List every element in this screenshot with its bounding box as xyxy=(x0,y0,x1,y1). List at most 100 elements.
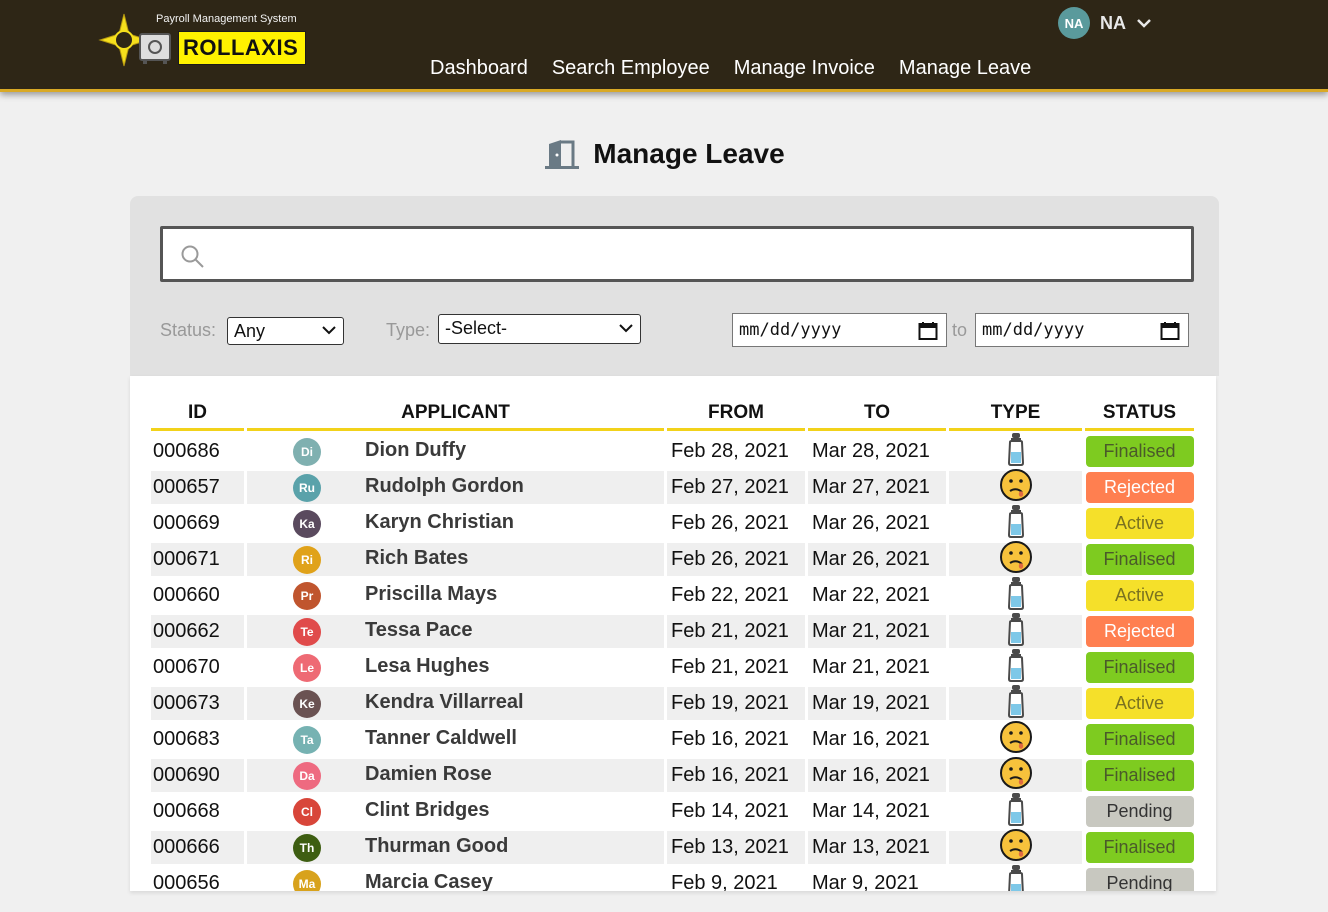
status-badge: Finalised xyxy=(1085,832,1194,863)
status-filter-label: Status: xyxy=(160,320,217,340)
date-from-input[interactable]: mm/dd/yyyy xyxy=(732,313,947,347)
applicant-name[interactable]: Tanner Caldwell xyxy=(365,727,517,750)
table-row[interactable]: 000657 Ru Rudolph Gordon Feb 27, 2021 Mar 27… xyxy=(151,468,1197,505)
cell-applicant[interactable]: Ta Tanner Caldwell xyxy=(247,723,664,756)
column-header-status[interactable]: STATUS xyxy=(1085,402,1194,431)
cell-to: Mar 26, 2021 xyxy=(812,512,930,534)
column-header-from[interactable]: FROM xyxy=(667,402,805,431)
cell-applicant[interactable]: Ri Rich Bates xyxy=(247,543,664,576)
column-header-applicant[interactable]: APPLICANT xyxy=(247,402,664,431)
calendar-icon[interactable] xyxy=(918,321,938,341)
status-badge: Finalised xyxy=(1085,724,1194,755)
date-to-input[interactable]: mm/dd/yyyy xyxy=(975,313,1189,347)
cell-type xyxy=(949,612,1082,648)
cell-status: Active xyxy=(1085,579,1194,612)
table-row[interactable]: 000671 Ri Rich Bates Feb 26, 2021 Mar 26, 20… xyxy=(151,540,1197,580)
applicant-name[interactable]: Priscilla Mays xyxy=(365,583,497,606)
cell-status: Finalised xyxy=(1085,543,1194,576)
table-row[interactable]: 000666 Th Thurman Good Feb 13, 2021 Mar 13, … xyxy=(151,828,1197,865)
cell-id: 000657 xyxy=(151,471,244,504)
table-row[interactable]: 000690 Da Damien Rose Feb 16, 2021 Mar 16, 2… xyxy=(151,756,1197,793)
avatar: Ru xyxy=(293,474,321,502)
type-filter-label: Type: xyxy=(386,320,431,340)
cell-id: 000671 xyxy=(151,543,244,576)
applicant-name[interactable]: Rich Bates xyxy=(365,547,468,570)
cell-from: Feb 22, 2021 xyxy=(671,584,789,606)
cell-to: Mar 13, 2021 xyxy=(808,831,946,864)
table-row[interactable]: 000673 Ke Kendra Villarreal Feb 19, 2021 Mar… xyxy=(151,684,1197,721)
applicant-name[interactable]: Tessa Pace xyxy=(365,619,473,642)
nav-search-employee[interactable]: Search Employee xyxy=(552,57,710,80)
avatar: Ke xyxy=(293,690,321,718)
applicant-name[interactable]: Thurman Good xyxy=(365,835,508,858)
cell-from: Feb 9, 2021 xyxy=(671,872,778,891)
calendar-icon[interactable] xyxy=(1160,321,1180,341)
status-select[interactable]: Any xyxy=(227,317,344,345)
bottle-icon xyxy=(1006,432,1026,472)
cell-to: Mar 28, 2021 xyxy=(812,440,930,462)
cell-status: Pending xyxy=(1085,795,1194,828)
table-row[interactable]: 000683 Ta Tanner Caldwell Feb 16, 2021 Mar 1… xyxy=(151,720,1197,757)
bottle-icon xyxy=(1006,648,1026,688)
cell-applicant[interactable]: Da Damien Rose xyxy=(247,759,664,792)
avatar: Ma xyxy=(293,870,321,891)
sick-face-icon xyxy=(999,468,1033,508)
rollaxis-logo[interactable]: Payroll Management System ROLLAXIS xyxy=(98,10,313,72)
cell-applicant[interactable]: Cl Clint Bridges xyxy=(247,795,664,828)
table-row[interactable]: 000662 Te Tessa Pace Feb 21, 2021 Mar 21, 20… xyxy=(151,612,1197,649)
cell-applicant[interactable]: Le Lesa Hughes xyxy=(247,651,664,684)
applicant-name[interactable]: Dion Duffy xyxy=(365,439,466,462)
applicant-name[interactable]: Kendra Villarreal xyxy=(365,691,524,714)
nav-manage-leave[interactable]: Manage Leave xyxy=(899,57,1031,80)
applicant-name[interactable]: Rudolph Gordon xyxy=(365,475,524,498)
cell-applicant[interactable]: Ru Rudolph Gordon xyxy=(247,471,664,504)
cell-applicant[interactable]: Te Tessa Pace xyxy=(247,615,664,648)
user-menu[interactable]: NA NA xyxy=(1058,7,1152,39)
table-row[interactable]: 000656 Ma Marcia Casey Feb 9, 2021 Mar 9, 20… xyxy=(151,864,1197,891)
column-header-to[interactable]: TO xyxy=(808,402,946,431)
table-row[interactable]: 000686 Di Dion Duffy Feb 28, 2021 Mar 28, 20… xyxy=(151,432,1197,469)
cell-type xyxy=(949,828,1082,864)
applicant-name[interactable]: Marcia Casey xyxy=(365,871,493,891)
table-row[interactable]: 000668 Cl Clint Bridges Feb 14, 2021 Mar 14,… xyxy=(151,792,1197,829)
avatar: Le xyxy=(293,654,321,682)
table-row[interactable]: 000669 Ka Karyn Christian Feb 26, 2021 Mar 2… xyxy=(151,504,1197,541)
cell-type xyxy=(949,504,1082,540)
column-header-id[interactable]: ID xyxy=(151,402,244,431)
cell-type xyxy=(949,576,1082,612)
cell-applicant[interactable]: Ka Karyn Christian xyxy=(247,507,664,540)
date-from-placeholder: mm/dd/yyyy xyxy=(739,320,842,340)
nav-manage-invoice[interactable]: Manage Invoice xyxy=(734,57,875,80)
cell-id: 000670 xyxy=(153,656,220,678)
type-select[interactable]: -Select- xyxy=(438,314,641,344)
avatar: Te xyxy=(293,618,321,646)
table-row[interactable]: 000660 Pr Priscilla Mays Feb 22, 2021 Mar 22… xyxy=(151,576,1197,613)
cell-type xyxy=(949,432,1082,468)
status-badge: Active xyxy=(1085,580,1194,611)
cell-applicant[interactable]: Ke Kendra Villarreal xyxy=(247,687,664,720)
chevron-down-icon xyxy=(1137,19,1151,28)
nav-dashboard[interactable]: Dashboard xyxy=(430,57,528,80)
table-row[interactable]: 000670 Le Lesa Hughes Feb 21, 2021 Mar 21, 2… xyxy=(151,648,1197,688)
cell-to: Mar 26, 2021 xyxy=(808,543,946,576)
cell-applicant[interactable]: Di Dion Duffy xyxy=(247,435,664,468)
status-badge: Finalised xyxy=(1085,760,1194,791)
applicant-name[interactable]: Clint Bridges xyxy=(365,799,489,822)
column-header-type[interactable]: TYPE xyxy=(949,402,1082,431)
cell-from: Feb 26, 2021 xyxy=(671,512,789,534)
cell-type xyxy=(949,468,1082,504)
search-input[interactable] xyxy=(160,226,1194,282)
cell-to: Mar 21, 2021 xyxy=(808,615,946,648)
cell-applicant[interactable]: Pr Priscilla Mays xyxy=(247,579,664,612)
cell-to: Mar 21, 2021 xyxy=(812,656,930,678)
cell-applicant[interactable]: Th Thurman Good xyxy=(247,831,664,864)
applicant-name[interactable]: Karyn Christian xyxy=(365,511,514,534)
top-header: Payroll Management System ROLLAXIS NA NA… xyxy=(0,0,1328,92)
chevron-down-icon xyxy=(322,326,336,335)
applicant-name[interactable]: Damien Rose xyxy=(365,763,492,786)
cell-to: Mar 9, 2021 xyxy=(812,872,919,891)
avatar: NA xyxy=(1058,7,1090,39)
sick-face-icon xyxy=(999,540,1033,580)
applicant-name[interactable]: Lesa Hughes xyxy=(365,655,489,678)
cell-applicant[interactable]: Ma Marcia Casey xyxy=(247,867,664,891)
